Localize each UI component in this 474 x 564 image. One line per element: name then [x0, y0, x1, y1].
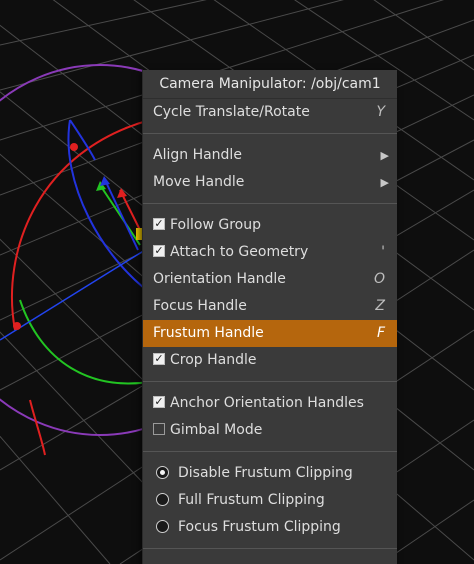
- camera-manipulator-context-menu: Camera Manipulator: /obj/cam1 Cycle Tran…: [142, 70, 397, 564]
- menu-item-shortcut: Z: [375, 298, 385, 314]
- menu-separator: [143, 203, 397, 204]
- menu-item-move-handle[interactable]: Move Handle ▶: [143, 169, 397, 196]
- menu-item-focus-handle[interactable]: Focus Handle Z: [143, 293, 397, 320]
- checkbox-checked-icon[interactable]: ✓: [153, 245, 165, 257]
- menu-separator: [143, 381, 397, 382]
- radio-button-icon[interactable]: [156, 492, 169, 506]
- menu-item-orientation-handle[interactable]: Orientation Handle O: [143, 266, 397, 293]
- x-handle-dot-lower[interactable]: [13, 322, 21, 330]
- checkbox-unchecked-icon[interactable]: [153, 423, 165, 435]
- radio-button-icon[interactable]: [156, 519, 169, 533]
- checkbox-checked-icon[interactable]: ✓: [153, 218, 165, 230]
- menu-item-gimbal-mode[interactable]: Gimbal Mode: [143, 417, 397, 444]
- menu-item-shortcut: ': [381, 244, 385, 260]
- menu-item-align-handle[interactable]: Align Handle ▶: [143, 142, 397, 169]
- menu-item-label: Focus Handle: [153, 298, 247, 314]
- menu-item-label: Focus Frustum Clipping: [178, 519, 341, 535]
- menu-item-full-frustum-clipping[interactable]: Full Frustum Clipping: [143, 487, 397, 514]
- checkbox-checked-icon[interactable]: ✓: [153, 353, 165, 365]
- menu-item-label: Cycle Translate/Rotate: [153, 104, 310, 120]
- submenu-arrow-icon: ▶: [380, 176, 389, 189]
- menu-item-label: Full Frustum Clipping: [178, 492, 325, 508]
- menu-body: Cycle Translate/Rotate Y Align Handle ▶ Move…: [143, 99, 397, 549]
- menu-item-label: Gimbal Mode: [170, 422, 263, 438]
- menu-item-crop-handle[interactable]: ✓ Crop Handle: [143, 347, 397, 374]
- menu-item-cycle-translate-rotate[interactable]: Cycle Translate/Rotate Y: [143, 99, 397, 126]
- menu-separator: [143, 133, 397, 134]
- menu-item-label: Follow Group: [170, 217, 261, 233]
- menu-item-label: Frustum Handle: [153, 325, 264, 341]
- menu-item-shortcut: F: [376, 325, 385, 341]
- menu-item-label: Disable Frustum Clipping: [178, 465, 353, 481]
- menu-item-focus-frustum-clipping[interactable]: Focus Frustum Clipping: [143, 514, 397, 541]
- checkbox-checked-icon[interactable]: ✓: [153, 396, 165, 408]
- menu-item-label: Align Handle: [153, 147, 242, 163]
- menu-item-follow-group[interactable]: ✓ Follow Group: [143, 212, 397, 239]
- menu-item-disable-frustum-clipping[interactable]: Disable Frustum Clipping: [143, 460, 397, 487]
- menu-item-shortcut: Y: [376, 104, 385, 120]
- menu-title: Camera Manipulator: /obj/cam1: [143, 70, 397, 99]
- menu-separator: [143, 548, 397, 549]
- submenu-arrow-icon: ▶: [380, 149, 389, 162]
- radio-button-icon[interactable]: [156, 465, 169, 479]
- x-handle-dot[interactable]: [70, 143, 78, 151]
- menu-item-label: Attach to Geometry: [170, 244, 309, 260]
- menu-separator: [143, 451, 397, 452]
- menu-item-label: Orientation Handle: [153, 271, 286, 287]
- menu-item-label: Anchor Orientation Handles: [170, 395, 364, 411]
- menu-item-label: Move Handle: [153, 174, 245, 190]
- menu-item-shortcut: O: [373, 271, 385, 287]
- menu-item-frustum-handle[interactable]: Frustum Handle F: [143, 320, 397, 347]
- menu-item-label: Crop Handle: [170, 352, 257, 368]
- menu-item-attach-to-geometry[interactable]: ✓ Attach to Geometry ': [143, 239, 397, 266]
- menu-item-anchor-orientation-handles[interactable]: ✓ Anchor Orientation Handles: [143, 390, 397, 417]
